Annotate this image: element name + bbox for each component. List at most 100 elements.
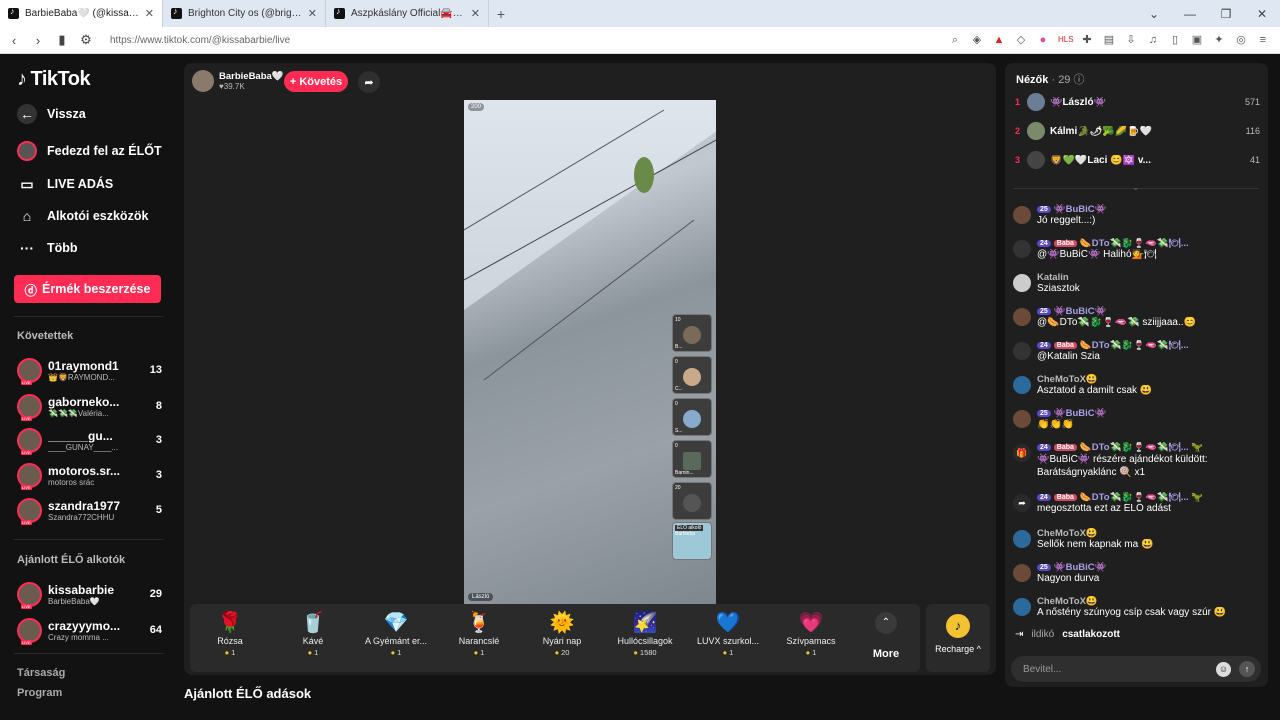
extensions-icon[interactable]: ✦ bbox=[1212, 33, 1226, 47]
top-viewer-row[interactable]: 3 🦁💚🤍Laci 😊🔯 v... 41 bbox=[1015, 149, 1260, 171]
browser-tab-2[interactable]: Brighton City os (@brighton.city) ÉLŐ ✕ bbox=[163, 0, 326, 27]
footer-link-program[interactable]: Program bbox=[17, 687, 62, 699]
chat-username[interactable]: 🌭DTo💸🐉🍷🫦💸🍽... bbox=[1080, 340, 1189, 351]
gift-item[interactable]: 💙 LUVX szurkol... 1 bbox=[688, 604, 768, 672]
guest-slot[interactable]: ÉLŐ aikoló Barbieba bbox=[672, 522, 712, 560]
info-icon[interactable]: ⓘ bbox=[1074, 74, 1085, 86]
recommended-account[interactable]: crazyyymo...Crazy momma ... 64 bbox=[17, 614, 162, 646]
footer-link-company[interactable]: Társaság bbox=[17, 667, 65, 679]
wallet-icon[interactable]: ▣ bbox=[1190, 33, 1204, 47]
new-tab-button[interactable]: + bbox=[489, 6, 513, 22]
host-info[interactable]: BarbieBaba🤍 ♥39.7K bbox=[192, 70, 284, 92]
host-avatar[interactable] bbox=[192, 70, 214, 92]
gift-item[interactable]: 🥤 Kávé 1 bbox=[273, 604, 353, 672]
shield-icon[interactable]: ◇ bbox=[1014, 33, 1028, 47]
site-settings-icon[interactable]: ⚙ bbox=[76, 32, 96, 48]
chat-username[interactable]: 👾BuBiC👾 bbox=[1054, 562, 1107, 573]
follow-button[interactable]: + Követés bbox=[284, 71, 348, 92]
avatar bbox=[1013, 308, 1031, 326]
vpn-icon[interactable]: ◎ bbox=[1234, 33, 1248, 47]
nav-creator-tools[interactable]: ⌂ Alkotói eszközök bbox=[17, 206, 149, 226]
nav-label: Alkotói eszközök bbox=[47, 209, 149, 223]
chat-username[interactable]: CheMoToX😃 bbox=[1037, 374, 1098, 385]
nav-label: Fedezd fel az ÉLŐT bbox=[47, 144, 162, 158]
gift-item[interactable]: 💎 A Gyémánt er... 1 bbox=[356, 604, 436, 672]
chat-username[interactable]: 👾BuBiC👾 bbox=[1054, 306, 1107, 317]
send-icon[interactable]: ↑ bbox=[1239, 661, 1255, 677]
chevron-down-icon[interactable]: ⌄ bbox=[1136, 7, 1172, 21]
tiktok-logo[interactable]: ♪ TikTok bbox=[17, 68, 91, 91]
following-account[interactable]: motoros.sr...motoros srác 3 bbox=[17, 459, 162, 491]
chat-input[interactable] bbox=[1011, 663, 1216, 675]
restore-icon[interactable]: ❐ bbox=[1208, 7, 1244, 21]
nav-explore-live[interactable]: Fedezd fel az ÉLŐT bbox=[17, 141, 162, 161]
joined-user[interactable]: ildikó bbox=[1031, 629, 1054, 640]
nav-more[interactable]: ··· Több bbox=[17, 238, 78, 258]
bookmark-icon[interactable]: ▮ bbox=[52, 32, 72, 48]
extension-color-icon[interactable]: ● bbox=[1036, 33, 1050, 47]
download-icon[interactable]: ⇩ bbox=[1124, 33, 1138, 47]
guest-slot[interactable]: 10 B... bbox=[672, 314, 712, 352]
following-account[interactable]: gaborneko...💸💸💸Valéria... 8 bbox=[17, 390, 162, 422]
chat-username[interactable]: 🌭DTo💸🐉🍷🫦💸🍽... 🦖 bbox=[1080, 442, 1203, 453]
back-label: Vissza bbox=[47, 107, 86, 121]
brave-shield-icon[interactable]: ◈ bbox=[970, 33, 984, 47]
emoji-icon[interactable]: ☺ bbox=[1216, 661, 1231, 677]
gift-item[interactable]: 🍹 Narancslé 1 bbox=[439, 604, 519, 672]
back-arrow-icon[interactable]: ‹ bbox=[4, 33, 24, 48]
chat-username[interactable]: CheMoToX😃 bbox=[1037, 596, 1098, 607]
gift-item[interactable]: 🌞 Nyári nap 20 bbox=[522, 604, 602, 672]
close-icon[interactable]: ✕ bbox=[308, 7, 317, 20]
share-icon[interactable]: ➦ bbox=[358, 71, 380, 93]
gift-item[interactable]: 🌹 Rózsa 1 bbox=[190, 604, 270, 672]
recharge-button[interactable]: ♪ Recharge ^ bbox=[926, 604, 990, 672]
close-icon[interactable]: ✕ bbox=[471, 7, 480, 20]
sidebar-icon[interactable]: ▯ bbox=[1168, 33, 1182, 47]
logo-text: TikTok bbox=[30, 68, 91, 90]
extensions-area: ⌕ ◈ ▲ ◇ ● HLS ✚ ▤ ⇩ ♫ ▯ ▣ ✦ ◎ ≡ bbox=[948, 33, 1270, 47]
chat-username[interactable]: CheMoToX😃 bbox=[1037, 528, 1098, 539]
chat-username[interactable]: Katalin bbox=[1037, 272, 1069, 283]
guest-slot[interactable]: 0 Barnin... bbox=[672, 440, 712, 478]
gift-item[interactable]: 🌠 Hullócsillagok 1580 bbox=[605, 604, 685, 672]
close-window-icon[interactable]: ✕ bbox=[1244, 7, 1280, 21]
zoom-icon[interactable]: ⌕ bbox=[948, 33, 962, 47]
get-coins-button[interactable]: ⓓ Érmék beszerzése bbox=[14, 275, 161, 303]
guest-count: 0 bbox=[675, 443, 678, 449]
puzzle-icon[interactable]: ✚ bbox=[1080, 33, 1094, 47]
back-link[interactable]: ← Vissza bbox=[17, 104, 86, 124]
menu-icon[interactable]: ≡ bbox=[1256, 33, 1270, 47]
top-viewer-row[interactable]: 1 👾László👾 571 bbox=[1015, 91, 1260, 113]
minimize-icon[interactable]: — bbox=[1172, 7, 1208, 21]
gift-item[interactable]: 💗 Szívpamacs 1 bbox=[771, 604, 851, 672]
warning-icon[interactable]: ▲ bbox=[992, 33, 1006, 47]
chat-username[interactable]: 🌭DTo💸🐉🍷🫦💸🍽... bbox=[1080, 238, 1189, 249]
following-account[interactable]: 01raymond1👑🦁RAYMOND... 13 bbox=[17, 354, 162, 386]
following-account[interactable]: ______gu...____GUNAY____... 3 bbox=[17, 424, 162, 456]
guest-avatar bbox=[683, 410, 701, 428]
top-viewer-row[interactable]: 2 Kálmi🐊🌶🥦🌽🍺🤍 116 bbox=[1015, 120, 1260, 142]
browser-tab-1[interactable]: BarbieBaba🤍 (@kissabarbie ✕ bbox=[0, 0, 163, 27]
forward-arrow-icon[interactable]: › bbox=[28, 33, 48, 48]
hls-icon[interactable]: HLS bbox=[1058, 33, 1074, 47]
chat-username[interactable]: 🌭DTo💸🐉🍷🫦💸🍽... 🦖 bbox=[1080, 492, 1203, 503]
recommended-account[interactable]: kissabarbieBarbieBaba🤍 29 bbox=[17, 578, 162, 610]
more-gifts-button[interactable]: ⌃ More bbox=[866, 612, 906, 660]
following-account[interactable]: szandra1977Szandra772CHHU 5 bbox=[17, 494, 162, 526]
chat-username[interactable]: 👾BuBiC👾 bbox=[1054, 408, 1107, 419]
guest-slot[interactable]: 0 C... bbox=[672, 356, 712, 394]
chevron-down-icon[interactable]: ⌄ bbox=[1132, 182, 1140, 193]
chat-username[interactable]: 👾BuBiC👾 bbox=[1054, 204, 1107, 215]
avatar bbox=[1013, 206, 1031, 224]
viewer-name: Kálmi🐊🌶🥦🌽🍺🤍 bbox=[1050, 125, 1153, 137]
guest-slot[interactable]: 20 bbox=[672, 482, 712, 520]
viewer-score: 41 bbox=[1249, 155, 1260, 165]
nav-live-broadcast[interactable]: ▭ LIVE ADÁS bbox=[17, 174, 113, 194]
clipboard-icon[interactable]: ▤ bbox=[1102, 33, 1116, 47]
url-field[interactable]: https://www.tiktok.com/@kissabarbie/live bbox=[110, 35, 948, 46]
close-icon[interactable]: ✕ bbox=[145, 7, 154, 20]
guest-slot[interactable]: 0 S... bbox=[672, 398, 712, 436]
chat-text: 👾BuBiC👾 részére ajándékot küldött: Barát… bbox=[1037, 454, 1208, 478]
music-icon[interactable]: ♫ bbox=[1146, 33, 1160, 47]
browser-tab-3[interactable]: Aszpkáslány Official🚘✖️ (@theresi ✕ bbox=[326, 0, 489, 27]
